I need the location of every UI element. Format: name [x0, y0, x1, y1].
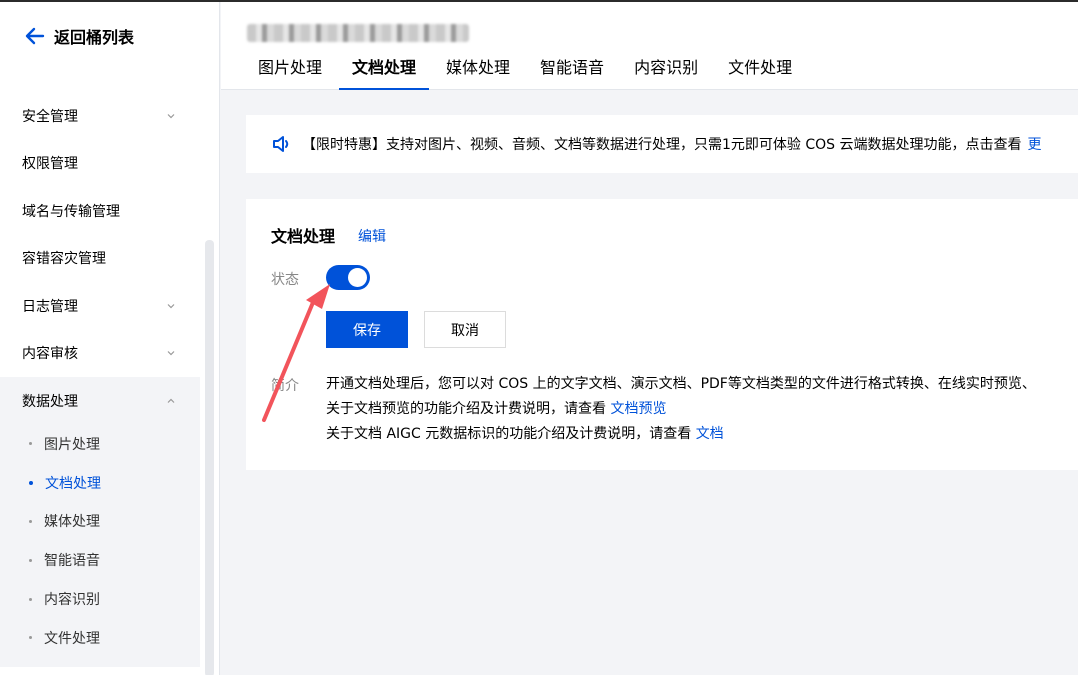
chevron-up-icon	[167, 398, 175, 403]
sidebar-item-label: 数据处理	[22, 393, 78, 410]
sidebar-item-label: 安全管理	[22, 108, 78, 125]
save-button[interactable]: 保存	[326, 311, 408, 348]
sidebar-item-fault-tolerance[interactable]: 容错容灾管理	[0, 235, 200, 283]
sidebar-item-label: 内容审核	[22, 346, 78, 363]
subnav-label: 文件处理	[44, 630, 100, 647]
sidebar-item-content-audit[interactable]: 内容审核	[0, 330, 200, 378]
bullet-icon	[29, 597, 32, 601]
intro-line-2-text: 关于文档预览的功能介绍及计费说明，请查看	[326, 401, 611, 417]
subnav-document-processing[interactable]: 文档处理	[0, 463, 200, 502]
bullet-icon	[29, 519, 32, 523]
bullet-icon	[29, 480, 33, 485]
data-processing-submenu: 图片处理 文档处理 媒体处理 智能语音 内容识别 文件处理	[0, 424, 200, 668]
intro-line-1: 开通文档处理后，您可以对 COS 上的文字文档、演示文档、PDF等文档类型的文件…	[326, 376, 1036, 392]
sidebar: 返回桶列表 安全管理 权限管理 域名与传输管理 容错容灾管理 日志管理 内容审核…	[0, 2, 220, 675]
sidebar-item-security[interactable]: 安全管理	[0, 92, 200, 140]
subnav-label: 图片处理	[44, 436, 100, 453]
tab-image-processing[interactable]: 图片处理	[245, 50, 335, 90]
chevron-down-icon	[167, 351, 175, 356]
document-processing-card: 文档处理 编辑 状态 保存 取消 简介 开通文档处理后，您可以对 COS 上的文…	[246, 199, 1078, 470]
subnav-file-processing[interactable]: 文件处理	[0, 618, 200, 657]
intro-text: 开通文档处理后，您可以对 COS 上的文字文档、演示文档、PDF等文档类型的文件…	[326, 373, 1078, 448]
subnav-label: 文档处理	[45, 475, 101, 492]
tab-bar: 图片处理 文档处理 媒体处理 智能语音 内容识别 文件处理	[245, 50, 809, 90]
speaker-icon	[273, 136, 289, 152]
intro-line-2: 关于文档预览的功能介绍及计费说明，请查看 文档预览	[326, 398, 1078, 423]
sidebar-item-logs[interactable]: 日志管理	[0, 282, 200, 330]
sidebar-item-label: 域名与传输管理	[22, 203, 120, 220]
intro-line-3-text: 关于文档 AIGC 元数据标识的功能介绍及计费说明，请查看	[326, 426, 696, 442]
notice-more-link[interactable]: 更	[1028, 134, 1042, 154]
subnav-label: 媒体处理	[44, 514, 100, 531]
tab-smart-voice[interactable]: 智能语音	[527, 50, 617, 90]
doc-preview-link[interactable]: 文档预览	[610, 401, 666, 417]
bullet-icon	[29, 442, 32, 446]
cancel-button[interactable]: 取消	[424, 311, 506, 348]
back-to-bucket-list[interactable]: 返回桶列表	[24, 24, 134, 48]
subnav-content-recognition[interactable]: 内容识别	[0, 580, 200, 619]
arrow-left-icon	[25, 27, 45, 45]
sidebar-item-label: 容错容灾管理	[22, 251, 106, 268]
sidebar-item-data-processing[interactable]: 数据处理	[0, 377, 200, 425]
intro-label: 简介	[271, 378, 299, 394]
sidebar-item-permissions[interactable]: 权限管理	[0, 140, 200, 188]
promo-notice: 【限时特惠】支持对图片、视频、音频、文档等数据进行处理，只需1元即可体验 COS…	[246, 115, 1078, 173]
page-header: 图片处理 文档处理 媒体处理 智能语音 内容识别 文件处理	[221, 2, 1078, 90]
card-title: 文档处理	[271, 227, 336, 246]
subnav-label: 内容识别	[44, 592, 100, 609]
chevron-down-icon	[167, 303, 175, 309]
bucket-name-redacted	[247, 24, 469, 42]
tab-media-processing[interactable]: 媒体处理	[433, 50, 523, 90]
tab-content-recognition[interactable]: 内容识别	[621, 50, 711, 90]
status-toggle[interactable]	[326, 265, 370, 290]
subnav-media-processing[interactable]: 媒体处理	[0, 502, 200, 541]
sidebar-menu: 安全管理 权限管理 域名与传输管理 容错容灾管理 日志管理 内容审核 数据处理 …	[0, 92, 200, 668]
intro-line-3: 关于文档 AIGC 元数据标识的功能介绍及计费说明，请查看 文档	[326, 423, 1078, 448]
sidebar-item-label: 权限管理	[22, 156, 78, 173]
tab-file-processing[interactable]: 文件处理	[715, 50, 805, 90]
sidebar-item-label: 日志管理	[22, 298, 78, 315]
subnav-image-processing[interactable]: 图片处理	[0, 425, 200, 464]
tab-document-processing[interactable]: 文档处理	[339, 50, 430, 90]
sidebar-item-domain-transfer[interactable]: 域名与传输管理	[0, 187, 200, 235]
doc-link[interactable]: 文档	[696, 426, 724, 442]
status-label: 状态	[271, 272, 299, 288]
notice-text: 【限时特惠】支持对图片、视频、音频、文档等数据进行处理，只需1元即可体验 COS…	[302, 137, 1022, 153]
bullet-icon	[29, 636, 32, 640]
subnav-smart-voice[interactable]: 智能语音	[0, 541, 200, 580]
toggle-knob	[348, 268, 367, 287]
bullet-icon	[29, 558, 32, 562]
chevron-down-icon	[167, 113, 175, 119]
subnav-label: 智能语音	[44, 553, 100, 570]
back-label: 返回桶列表	[54, 28, 135, 47]
sidebar-scrollbar[interactable]	[205, 240, 214, 675]
edit-link[interactable]: 编辑	[358, 226, 386, 246]
